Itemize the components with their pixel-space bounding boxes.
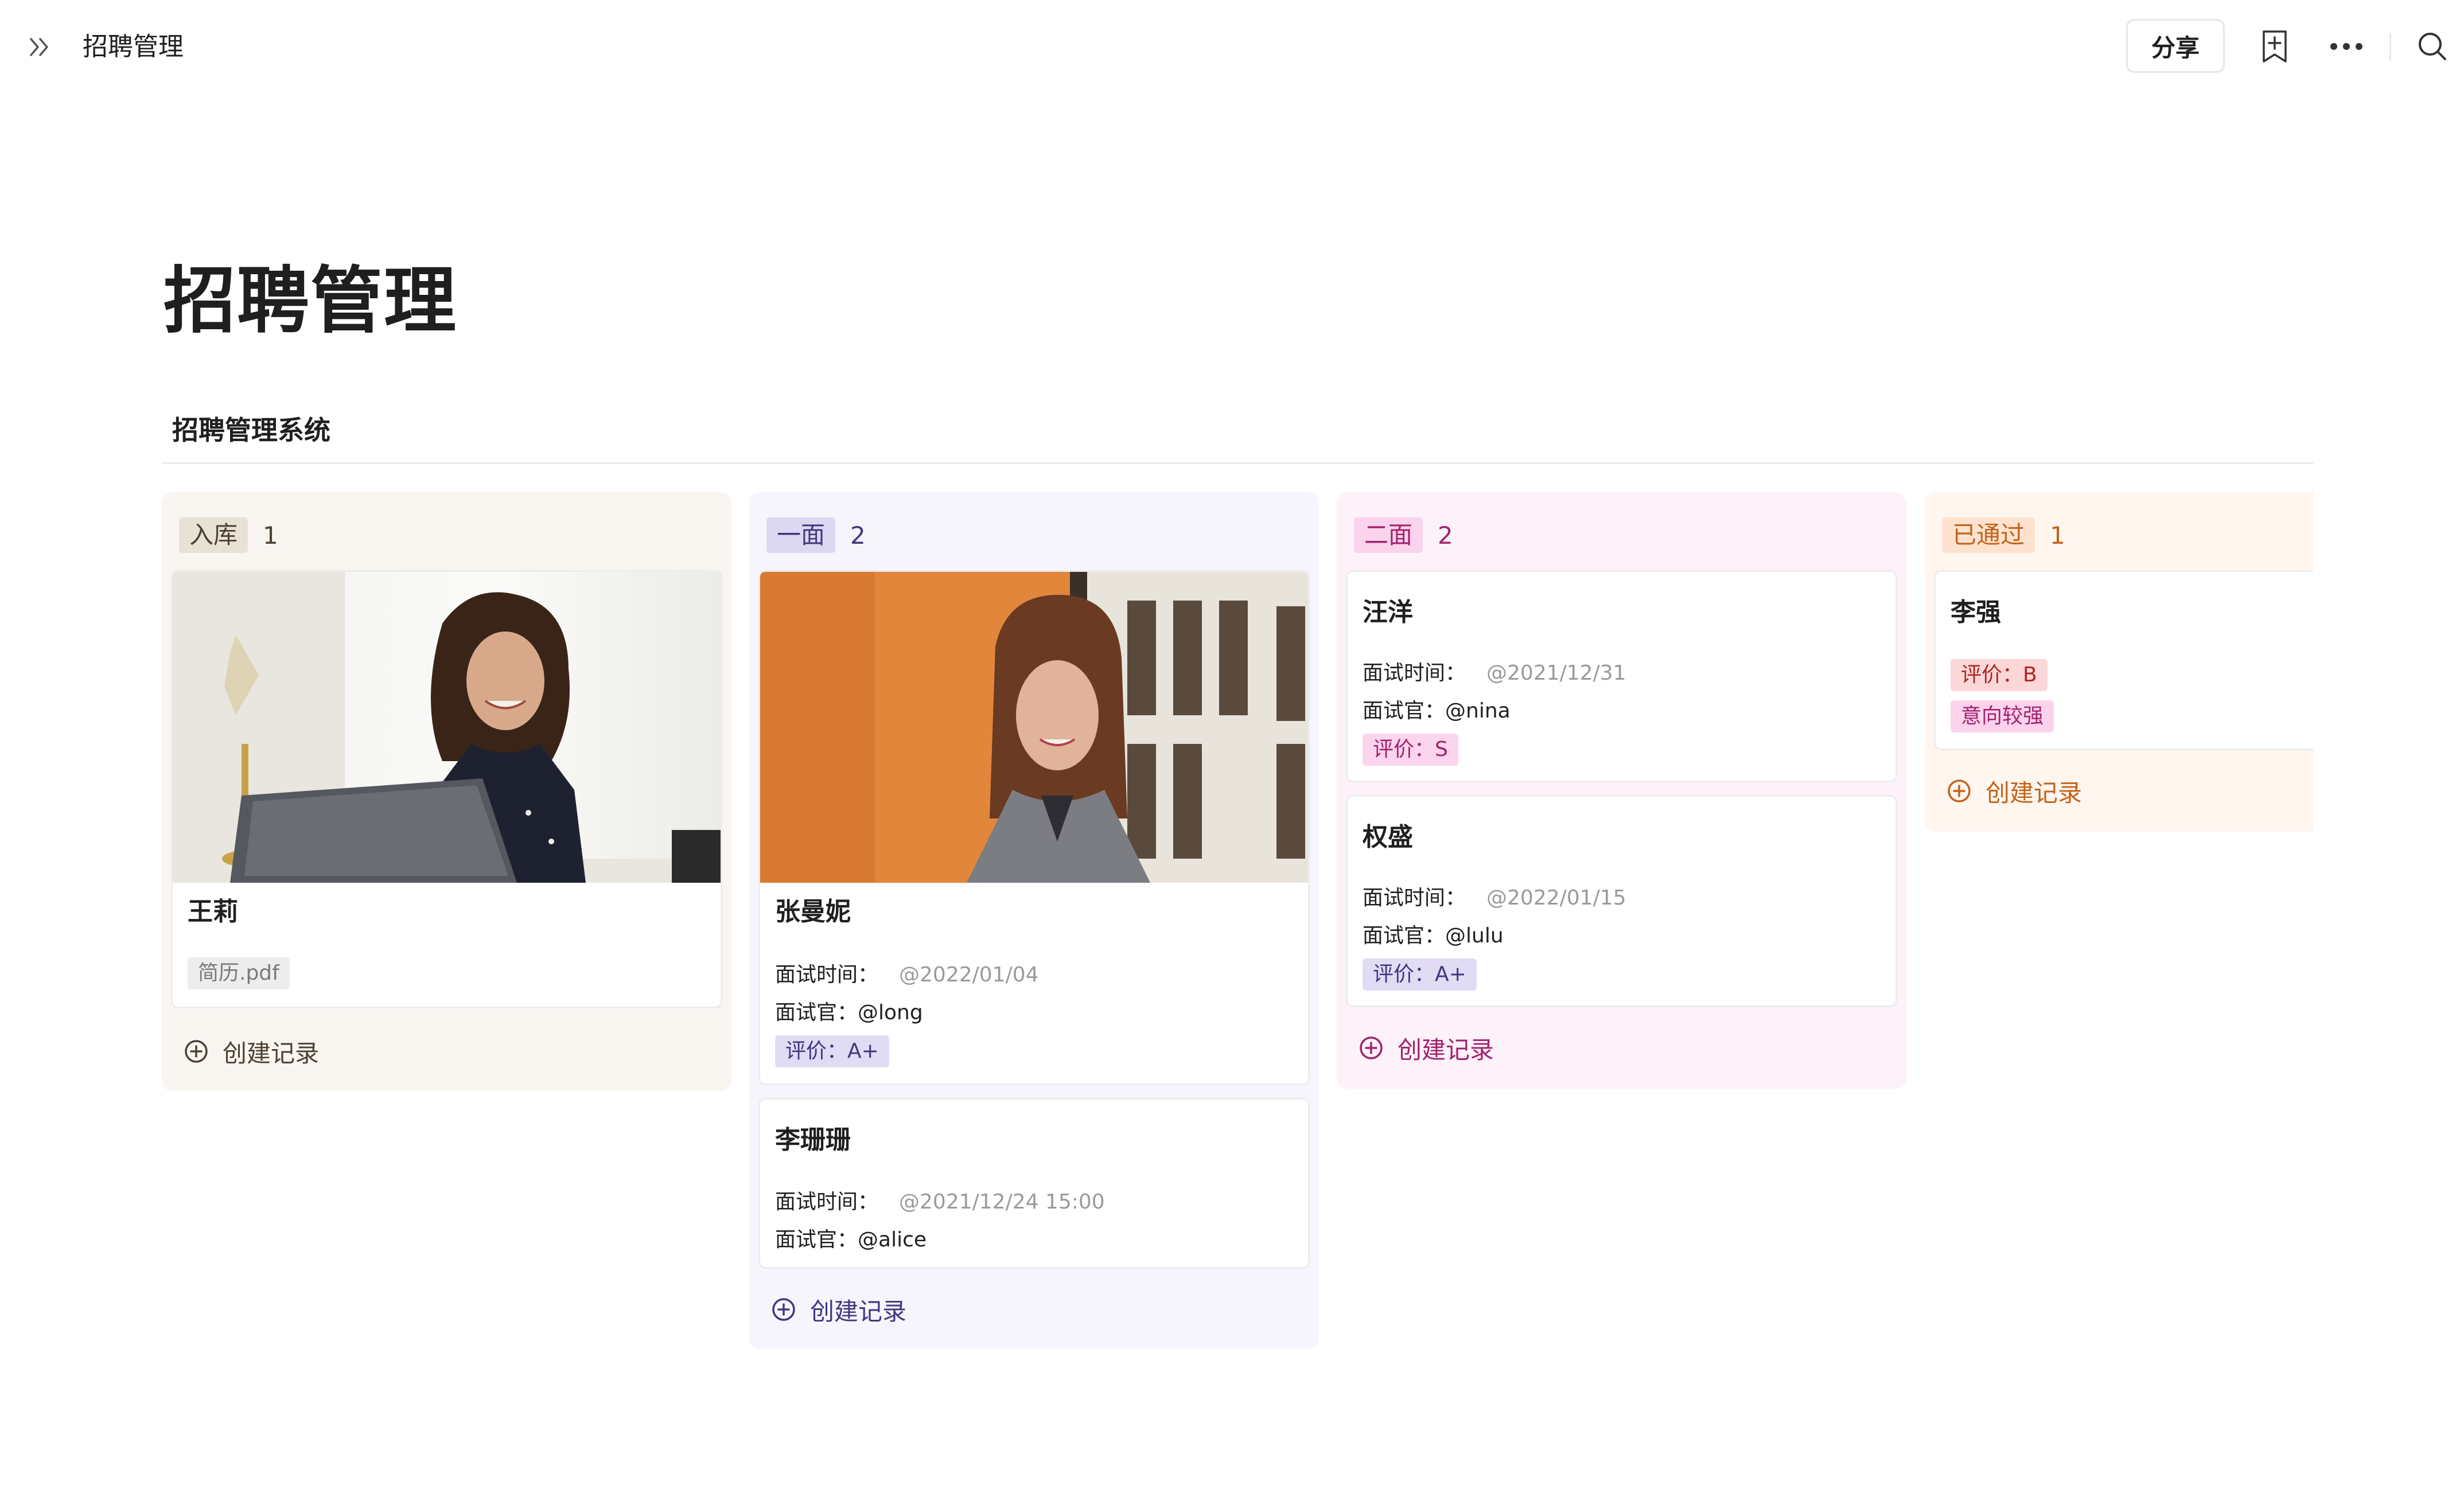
interview-time-field: 面试时间： @2022/01/15	[1363, 883, 1626, 914]
toolbar-divider	[2389, 33, 2391, 61]
candidate-name: 王莉	[188, 897, 238, 926]
status-count: 1	[263, 521, 278, 549]
interview-time-field: 面试时间： @2021/12/31	[1363, 658, 1626, 689]
kanban-column-tongguo: 已通过 1 李强 评价：B 意向较强 创建记录	[1925, 492, 2313, 832]
column-header[interactable]: 一面 2	[766, 517, 866, 553]
status-tag: 二面	[1354, 517, 1423, 553]
kanban-column-ermian: 二面 2 汪洋 面试时间： @2021/12/31 面试官： @nina 评价：…	[1337, 492, 1906, 1089]
create-record-button[interactable]: 创建记录	[1358, 1030, 1494, 1066]
more-icon[interactable]	[2326, 26, 2366, 67]
create-record-label: 创建记录	[810, 1297, 907, 1326]
field-label: 面试时间：	[1363, 886, 1466, 910]
cover-photo	[173, 572, 721, 883]
interview-time-value: @2022/01/04	[899, 963, 1039, 987]
interviewer-field: 面试官： @nina	[1363, 696, 1511, 727]
status-count: 1	[2050, 521, 2065, 549]
plus-circle-icon	[185, 1040, 208, 1063]
kanban-column-ruku: 入库 1 王莉 简历.pdf 创建记录	[162, 492, 731, 1091]
rating-chip: 评价：A+	[775, 1035, 889, 1067]
interviewer-field: 面试官： @lulu	[1363, 921, 1504, 952]
column-header[interactable]: 已通过 1	[1942, 517, 2065, 553]
interview-time-field: 面试时间： @2022/01/04	[775, 960, 1039, 991]
view-tab-kanban[interactable]: 招聘管理系统	[172, 412, 330, 449]
record-card[interactable]: 汪洋 面试时间： @2021/12/31 面试官： @nina 评价：S	[1346, 570, 1897, 782]
candidate-name: 李强	[1951, 598, 2001, 627]
interviewer-field: 面试官： @alice	[775, 1225, 927, 1256]
view-divider	[162, 462, 2313, 464]
create-record-label: 创建记录	[1398, 1035, 1494, 1064]
candidate-name: 李珊珊	[775, 1125, 851, 1155]
field-label: 面试官：	[775, 1228, 858, 1252]
interviewer-value: @alice	[858, 1228, 927, 1252]
column-header[interactable]: 入库 1	[179, 517, 278, 553]
field-label: 面试时间：	[1363, 661, 1466, 685]
plus-circle-icon	[1360, 1036, 1383, 1059]
status-tag: 已通过	[1942, 517, 2035, 553]
breadcrumb-title[interactable]: 招聘管理	[83, 28, 184, 67]
create-record-label: 创建记录	[223, 1039, 320, 1067]
field-label: 面试时间：	[775, 963, 879, 987]
field-label: 面试官：	[1363, 699, 1446, 723]
record-card[interactable]: 张曼妮 面试时间： @2022/01/04 面试官： @long 评价：A+	[758, 570, 1310, 1085]
intent-chip: 意向较强	[1951, 700, 2054, 732]
page-title: 招聘管理	[164, 259, 457, 343]
field-label: 面试时间：	[775, 1190, 879, 1214]
add-bookmark-icon[interactable]	[2255, 26, 2295, 67]
create-record-button[interactable]: 创建记录	[184, 1034, 319, 1069]
rating-chip: 评价：B	[1951, 659, 2048, 691]
interview-time-value: @2021/12/31	[1486, 661, 1626, 685]
candidate-name: 张曼妮	[775, 897, 851, 926]
interviewer-field: 面试官： @long	[775, 997, 923, 1028]
plus-circle-icon	[772, 1298, 795, 1321]
share-button[interactable]: 分享	[2126, 19, 2225, 73]
create-record-button[interactable]: 创建记录	[1947, 773, 2082, 809]
column-header[interactable]: 二面 2	[1354, 517, 1453, 553]
status-tag: 入库	[179, 517, 248, 553]
interview-time-field: 面试时间： @2021/12/24 15:00	[775, 1187, 1105, 1218]
status-tag: 一面	[766, 517, 836, 553]
record-card[interactable]: 王莉 简历.pdf	[171, 570, 722, 1008]
interviewer-value: @lulu	[1445, 924, 1504, 948]
status-count: 2	[1438, 521, 1453, 549]
record-card[interactable]: 李强 评价：B 意向较强	[1934, 570, 2313, 750]
record-card[interactable]: 李珊珊 面试时间： @2021/12/24 15:00 面试官： @alice	[758, 1098, 1310, 1269]
cover-photo	[760, 572, 1308, 883]
interview-time-value: @2022/01/15	[1486, 886, 1626, 910]
kanban-column-yimian: 一面 2 张曼妮 面试时间： @2022/01/04 面试官： @long 评价…	[749, 492, 1319, 1349]
field-label: 面试官：	[1363, 924, 1446, 948]
interviewer-value: @long	[858, 1001, 923, 1024]
search-icon[interactable]	[2412, 26, 2453, 67]
expand-sidebar-icon[interactable]	[24, 30, 59, 64]
candidate-name: 汪洋	[1363, 598, 1413, 627]
plus-circle-icon	[1948, 779, 1971, 802]
candidate-name: 权盛	[1363, 823, 1413, 852]
top-bar: 招聘管理 分享	[0, 0, 2464, 95]
create-record-button[interactable]: 创建记录	[771, 1292, 906, 1327]
field-label: 面试官：	[775, 1001, 858, 1024]
rating-chip: 评价：S	[1363, 734, 1458, 766]
create-record-label: 创建记录	[1986, 778, 2082, 807]
interviewer-value: @nina	[1445, 699, 1511, 723]
attachment-chip[interactable]: 简历.pdf	[188, 957, 290, 989]
status-count: 2	[850, 521, 866, 549]
rating-chip: 评价：A+	[1363, 958, 1477, 991]
interview-time-value: @2021/12/24 15:00	[899, 1190, 1105, 1214]
record-card[interactable]: 权盛 面试时间： @2022/01/15 面试官： @lulu 评价：A+	[1346, 795, 1897, 1007]
